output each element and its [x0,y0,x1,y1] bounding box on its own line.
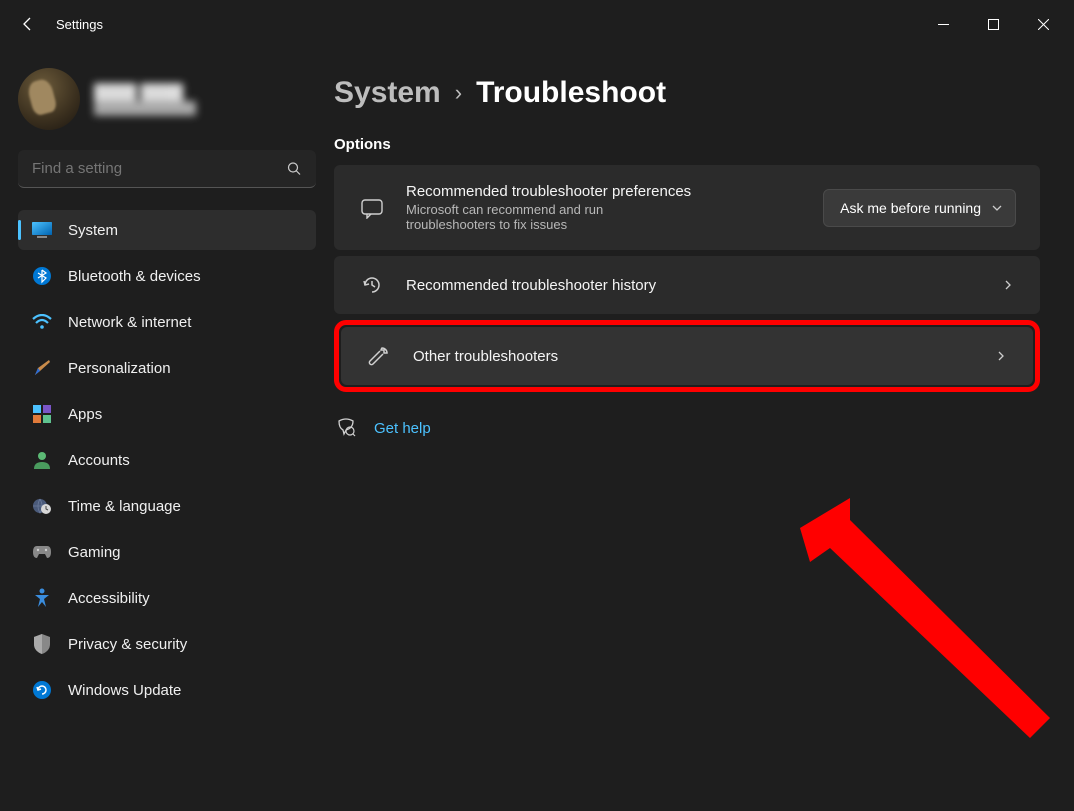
apps-icon [32,404,52,424]
sidebar-item-apps[interactable]: Apps [18,394,316,434]
content-pane: System › Troubleshoot Options Recommende… [330,48,1074,811]
sidebar-item-label: Accounts [68,452,130,469]
card-title: Recommended troubleshooter history [406,277,982,294]
card-title: Other troubleshooters [413,348,975,365]
troubleshooter-pref-dropdown[interactable]: Ask me before running [823,189,1016,227]
sidebar-item-accessibility[interactable]: Accessibility [18,578,316,618]
card-title: Recommended troubleshooter preferences [406,183,803,200]
card-recommended-preferences: Recommended troubleshooter preferences M… [334,165,1040,250]
person-icon [32,450,52,470]
breadcrumb-parent[interactable]: System [334,76,441,110]
bluetooth-icon [32,266,52,286]
sidebar-item-label: Personalization [68,360,171,377]
nav: System Bluetooth & devices Network & int… [18,210,316,710]
breadcrumb-current: Troubleshoot [476,76,666,110]
chevron-right-icon [995,350,1009,362]
close-icon [1038,19,1049,30]
sidebar-item-label: Bluetooth & devices [68,268,201,285]
window-controls [920,8,1066,40]
sidebar-item-label: System [68,222,118,239]
chevron-right-icon [1002,279,1016,291]
help-icon [336,418,356,438]
close-button[interactable] [1020,8,1066,40]
search-input[interactable] [18,150,316,188]
sidebar-item-label: Gaming [68,544,121,561]
minimize-icon [938,19,949,30]
minimize-button[interactable] [920,8,966,40]
get-help-row: Get help [334,414,1040,442]
sidebar-item-bluetooth[interactable]: Bluetooth & devices [18,256,316,296]
globe-clock-icon [32,496,52,516]
update-icon [32,680,52,700]
get-help-link[interactable]: Get help [374,420,431,437]
sidebar: ████ ████ ████████████ System [0,48,330,811]
highlight-annotation: Other troubleshooters [334,320,1040,392]
sidebar-item-label: Accessibility [68,590,150,607]
app-title: Settings [56,17,103,32]
card-troubleshooter-history[interactable]: Recommended troubleshooter history [334,256,1040,314]
profile-email: ████████████ [94,101,196,115]
history-icon [358,274,386,296]
sidebar-item-accounts[interactable]: Accounts [18,440,316,480]
back-button[interactable] [8,4,48,44]
message-icon [358,197,386,219]
back-arrow-icon [20,16,36,32]
maximize-icon [988,19,999,30]
sidebar-item-label: Windows Update [68,682,181,699]
wrench-icon [365,345,393,367]
wifi-icon [32,312,52,332]
sidebar-item-time[interactable]: Time & language [18,486,316,526]
search-box [18,150,316,188]
paintbrush-icon [32,358,52,378]
system-icon [32,220,52,240]
dropdown-value: Ask me before running [840,200,981,216]
gamepad-icon [32,542,52,562]
maximize-button[interactable] [970,8,1016,40]
sidebar-item-gaming[interactable]: Gaming [18,532,316,572]
shield-icon [32,634,52,654]
profile-info: ████ ████ ████████████ [94,84,196,115]
sidebar-item-system[interactable]: System [18,210,316,250]
sidebar-item-network[interactable]: Network & internet [18,302,316,342]
card-other-troubleshooters[interactable]: Other troubleshooters [341,327,1033,385]
search-icon [287,162,302,177]
card-subtitle: Microsoft can recommend and run troubles… [406,202,676,232]
sidebar-item-label: Privacy & security [68,636,187,653]
sidebar-item-label: Apps [68,406,102,423]
titlebar: Settings [0,0,1074,48]
chevron-down-icon [991,202,1003,214]
sidebar-item-privacy[interactable]: Privacy & security [18,624,316,664]
avatar [18,68,80,130]
sidebar-item-label: Network & internet [68,314,191,331]
section-header-options: Options [334,136,1040,153]
accessibility-icon [32,588,52,608]
sidebar-item-update[interactable]: Windows Update [18,670,316,710]
breadcrumb: System › Troubleshoot [334,76,1040,110]
profile-name: ████ ████ [94,84,196,101]
sidebar-item-personalization[interactable]: Personalization [18,348,316,388]
breadcrumb-separator-icon: › [455,80,462,106]
profile-block[interactable]: ████ ████ ████████████ [18,68,316,130]
sidebar-item-label: Time & language [68,498,181,515]
